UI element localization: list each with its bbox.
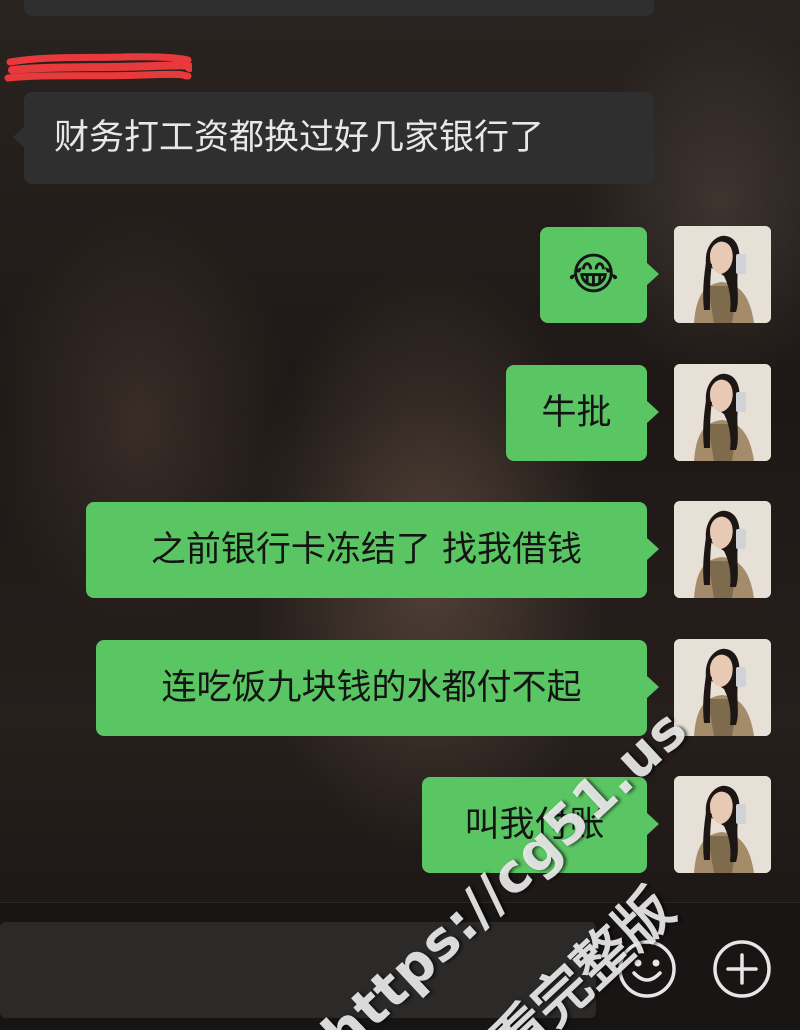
- message-bubble-sent[interactable]: 之前银行卡冻结了 找我借钱: [86, 502, 659, 598]
- chat-screen: 财务打工资都换过好几家银行了 😂 牛批 之前银行卡冻结了 找我借钱 连吃饭九块钱…: [0, 0, 800, 1030]
- message-text: 牛批: [541, 392, 612, 433]
- tears-of-joy-icon: 😂: [567, 249, 620, 300]
- message-text: 之前银行卡冻结了 找我借钱: [150, 529, 583, 570]
- message-bubble-received[interactable]: 财务打工资都换过好几家银行了: [13, 92, 654, 184]
- message-input[interactable]: [0, 922, 596, 1018]
- message-bubble-sent[interactable]: 叫我付账: [422, 777, 659, 873]
- avatar[interactable]: [674, 776, 771, 873]
- avatar[interactable]: [674, 501, 771, 598]
- message-bubble-sent[interactable]: 牛批: [506, 365, 659, 461]
- previous-message-bubble[interactable]: [24, 0, 654, 16]
- avatar[interactable]: [674, 226, 771, 323]
- plus-circle-icon[interactable]: [712, 939, 772, 999]
- smiley-face-icon[interactable]: [617, 939, 677, 999]
- avatar[interactable]: [674, 639, 771, 736]
- avatar[interactable]: [674, 364, 771, 461]
- message-text: 财务打工资都换过好几家银行了: [54, 117, 545, 158]
- message-text: 叫我付账: [464, 804, 605, 845]
- message-bubble-sent[interactable]: 连吃饭九块钱的水都付不起: [96, 640, 659, 736]
- message-bubble-sent-emoji[interactable]: 😂: [540, 227, 659, 323]
- message-text: 连吃饭九块钱的水都付不起: [161, 667, 582, 708]
- redacted-sender-name: [4, 53, 192, 82]
